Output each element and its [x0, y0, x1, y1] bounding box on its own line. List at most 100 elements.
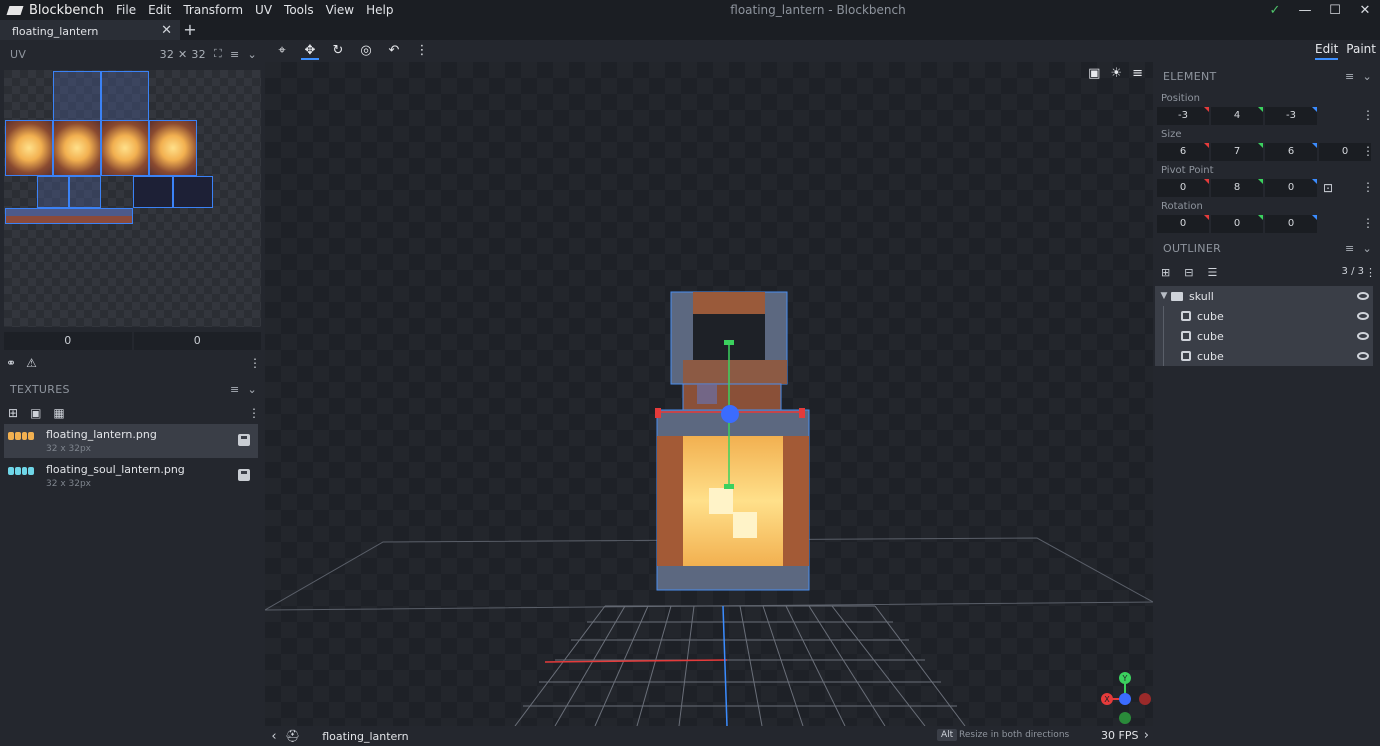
center-pivot-icon[interactable]: ⊡: [1319, 179, 1337, 197]
size-z-input[interactable]: 6: [1265, 143, 1317, 161]
chevron-down-icon[interactable]: ⌄: [1362, 70, 1372, 83]
tab-floating-lantern[interactable]: floating_lantern ✕: [0, 20, 180, 40]
uv-toolbar: ⚭ ⚠ ⋮: [6, 354, 261, 372]
chevron-right-icon[interactable]: ›: [1144, 726, 1149, 746]
uv-panel-title: UV: [10, 47, 27, 61]
more-options-icon[interactable]: ⋮: [413, 42, 431, 60]
pivot-x-input[interactable]: 0: [1157, 179, 1209, 197]
vertex-snap-icon[interactable]: ⌖: [273, 42, 291, 60]
screenshot-icon[interactable]: ▣: [1088, 66, 1100, 81]
pivot-tool-icon[interactable]: ◎: [357, 42, 375, 60]
uv-offset-y-input[interactable]: 0: [133, 332, 261, 350]
more-options-icon[interactable]: ⋮: [1362, 180, 1374, 194]
chevron-down-icon[interactable]: ⌄: [247, 48, 257, 61]
outliner-cube-row[interactable]: cube: [1155, 326, 1373, 346]
save-icon[interactable]: [238, 434, 250, 446]
uv-face-east[interactable]: [5, 120, 53, 176]
uv-face-small-2[interactable]: [69, 176, 101, 208]
eye-icon[interactable]: [1357, 332, 1369, 340]
position-x-input[interactable]: -3: [1157, 107, 1209, 125]
more-options-icon[interactable]: ⋮: [1365, 266, 1376, 279]
uv-face-west[interactable]: [101, 120, 149, 176]
pivot-y-input[interactable]: 8: [1211, 179, 1263, 197]
uv-offset-x-input[interactable]: 0: [4, 332, 132, 350]
rotate-tool-icon[interactable]: ↻: [329, 42, 347, 60]
outliner-cube-row[interactable]: cube: [1155, 346, 1373, 366]
close-tab-icon[interactable]: ✕: [161, 23, 172, 38]
size-x-input[interactable]: 6: [1157, 143, 1209, 161]
rotation-x-input[interactable]: 0: [1157, 215, 1209, 233]
hamburger-icon[interactable]: ≡: [230, 48, 240, 61]
lighting-icon[interactable]: ☀: [1110, 66, 1122, 81]
menu-tools[interactable]: Tools: [278, 0, 320, 20]
link-icon[interactable]: ⚭: [6, 356, 16, 370]
save-icon[interactable]: [238, 469, 250, 481]
add-cube-icon[interactable]: ⊞: [1161, 266, 1170, 280]
uv-face-small-3[interactable]: [133, 176, 173, 208]
3d-viewport[interactable]: Y X ▣ ☀ ≡: [265, 62, 1153, 726]
hamburger-icon[interactable]: ≡: [1345, 242, 1355, 255]
uv-face-small-1[interactable]: [37, 176, 69, 208]
menu-help[interactable]: Help: [360, 0, 399, 20]
add-group-icon[interactable]: ⊟: [1184, 266, 1193, 280]
more-options-icon[interactable]: ⋮: [1362, 108, 1374, 122]
outliner-group-row[interactable]: ▼ skull: [1155, 286, 1373, 306]
check-icon[interactable]: ✓: [1260, 0, 1290, 20]
uv-face-bottom[interactable]: [101, 71, 149, 121]
chevron-down-icon[interactable]: ⌄: [247, 383, 257, 396]
texture-item-floating-soul-lantern[interactable]: floating_soul_lantern.png 32 x 32px: [4, 459, 258, 493]
chevron-left-icon[interactable]: ‹: [265, 729, 283, 744]
uv-editor-canvas[interactable]: [4, 70, 261, 327]
minimize-button[interactable]: —: [1290, 0, 1320, 20]
position-z-input[interactable]: -3: [1265, 107, 1317, 125]
tab-paint[interactable]: Paint: [1346, 42, 1376, 60]
uv-face-strip[interactable]: [5, 208, 133, 224]
pivot-z-input[interactable]: 0: [1265, 179, 1317, 197]
import-texture-icon[interactable]: ▣: [30, 406, 41, 422]
maximize-button[interactable]: ☐: [1320, 0, 1350, 20]
chevron-down-icon[interactable]: ▼: [1157, 291, 1171, 301]
eye-icon[interactable]: [1357, 292, 1369, 300]
chevron-down-icon[interactable]: ⌄: [1362, 242, 1372, 255]
menu-uv[interactable]: UV: [249, 0, 278, 20]
menu-file[interactable]: File: [110, 0, 142, 20]
undo-icon[interactable]: ↶: [385, 42, 403, 60]
hamburger-icon[interactable]: ≡: [1132, 66, 1143, 81]
more-options-icon[interactable]: ⋮: [1362, 216, 1374, 230]
menu-view[interactable]: View: [320, 0, 360, 20]
uv-face-small-4[interactable]: [173, 176, 213, 208]
add-texture-icon[interactable]: ⊞: [8, 406, 18, 422]
texture-layout-icon[interactable]: ▦: [53, 406, 64, 422]
position-y-input[interactable]: 4: [1211, 107, 1263, 125]
menu-edit[interactable]: Edit: [142, 0, 177, 20]
app-name: Blockbench: [29, 2, 105, 18]
rotation-y-input[interactable]: 0: [1211, 215, 1263, 233]
texture-item-floating-lantern[interactable]: floating_lantern.png 32 x 32px: [4, 424, 258, 458]
more-options-icon[interactable]: ⋮: [248, 406, 260, 420]
collapse-all-icon[interactable]: ☰: [1207, 266, 1217, 280]
hamburger-icon[interactable]: ≡: [230, 383, 240, 396]
move-tool-icon[interactable]: ✥: [301, 42, 319, 60]
menu-transform[interactable]: Transform: [177, 0, 249, 20]
warning-icon[interactable]: ⚠: [26, 356, 37, 370]
eye-icon[interactable]: [1357, 312, 1369, 320]
tab-edit[interactable]: Edit: [1315, 42, 1339, 60]
uv-face-top[interactable]: [53, 71, 101, 121]
fullscreen-icon[interactable]: ⛶: [214, 47, 222, 61]
group-name: skull: [1189, 289, 1214, 303]
outliner-cube-row[interactable]: cube: [1155, 306, 1373, 326]
hamburger-icon[interactable]: ≡: [1345, 70, 1355, 83]
rotation-z-input[interactable]: 0: [1265, 215, 1317, 233]
uv-face-south[interactable]: [149, 120, 197, 176]
status-model-name: floating_lantern: [322, 729, 409, 743]
size-y-input[interactable]: 7: [1211, 143, 1263, 161]
uv-resolution[interactable]: 32 ✕ 32: [160, 48, 206, 61]
more-options-icon[interactable]: ⋮: [249, 356, 261, 370]
close-window-button[interactable]: ✕: [1350, 0, 1380, 20]
eye-icon[interactable]: [1357, 352, 1369, 360]
more-options-icon[interactable]: ⋮: [1362, 144, 1374, 158]
uv-face-north[interactable]: [53, 120, 101, 176]
status-bar: ‹ ⛑ floating_lantern Alt Resize in both …: [265, 726, 1153, 746]
new-tab-button[interactable]: +: [180, 20, 200, 40]
lantern-body-cube[interactable]: [656, 409, 810, 591]
